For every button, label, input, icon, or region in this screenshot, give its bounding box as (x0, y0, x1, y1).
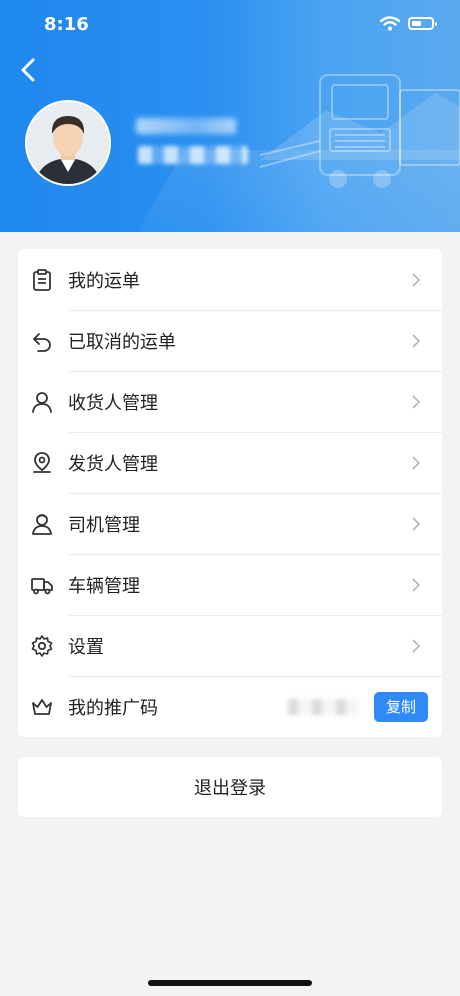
menu-item-consignee-management[interactable]: 收货人管理 (18, 371, 442, 432)
menu-item-settings[interactable]: 设置 (18, 615, 442, 676)
menu-item-label: 设置 (68, 636, 104, 658)
menu-item-label: 已取消的运单 (68, 331, 176, 353)
user-phone-redacted (138, 146, 248, 164)
menu-item-label: 收货人管理 (68, 392, 158, 414)
menu-card: 我的运单 已取消的运单 收货人管理 发货人管理 司机管理 车辆管理 设置 我的推… (18, 249, 442, 737)
menu-item-driver-management[interactable]: 司机管理 (18, 493, 442, 554)
status-bar-time: 8:16 (44, 14, 89, 35)
menu-item-vehicle-management[interactable]: 车辆管理 (18, 554, 442, 615)
back-arrow-icon[interactable] (14, 54, 46, 86)
chevron-right-icon (412, 516, 421, 531)
logout-button[interactable]: 退出登录 (18, 757, 442, 817)
chevron-right-icon (412, 333, 421, 348)
location-pin-icon (33, 451, 51, 473)
menu-item-cancelled-waybills[interactable]: 已取消的运单 (18, 310, 442, 371)
gear-icon (31, 634, 53, 657)
wifi-icon (380, 16, 400, 31)
truck-icon (31, 577, 53, 594)
chevron-right-icon (412, 394, 421, 409)
promo-code-redacted (288, 698, 358, 715)
menu-item-label: 发货人管理 (68, 453, 158, 475)
chevron-right-icon (412, 638, 421, 653)
chevron-right-icon (412, 455, 421, 470)
undo-arrow-icon (33, 332, 51, 352)
truck-background-illustration (260, 74, 460, 188)
menu-item-my-waybills[interactable]: 我的运单 (18, 249, 442, 310)
menu-item-promo-code: 我的推广码 复制 (18, 676, 442, 737)
menu-item-label: 车辆管理 (68, 575, 140, 597)
user-name-redacted (136, 118, 236, 134)
menu-item-label: 我的推广码 (68, 697, 158, 719)
menu-item-shipper-management[interactable]: 发货人管理 (18, 432, 442, 493)
menu-item-label: 司机管理 (68, 514, 140, 536)
chevron-right-icon (412, 272, 421, 287)
clipboard-icon (33, 268, 51, 291)
person-icon (32, 391, 52, 413)
logout-label: 退出登录 (194, 778, 266, 799)
avatar-person-icon (27, 102, 109, 184)
crown-icon (32, 698, 52, 715)
avatar[interactable] (25, 100, 111, 186)
chevron-right-icon (412, 577, 421, 592)
driver-icon (32, 513, 52, 535)
copy-button[interactable]: 复制 (374, 691, 428, 722)
menu-item-label: 我的运单 (68, 270, 140, 292)
profile-header: 8:16 (0, 0, 460, 232)
home-indicator (148, 980, 312, 986)
battery-icon (408, 17, 437, 30)
status-bar-icons (380, 16, 437, 31)
